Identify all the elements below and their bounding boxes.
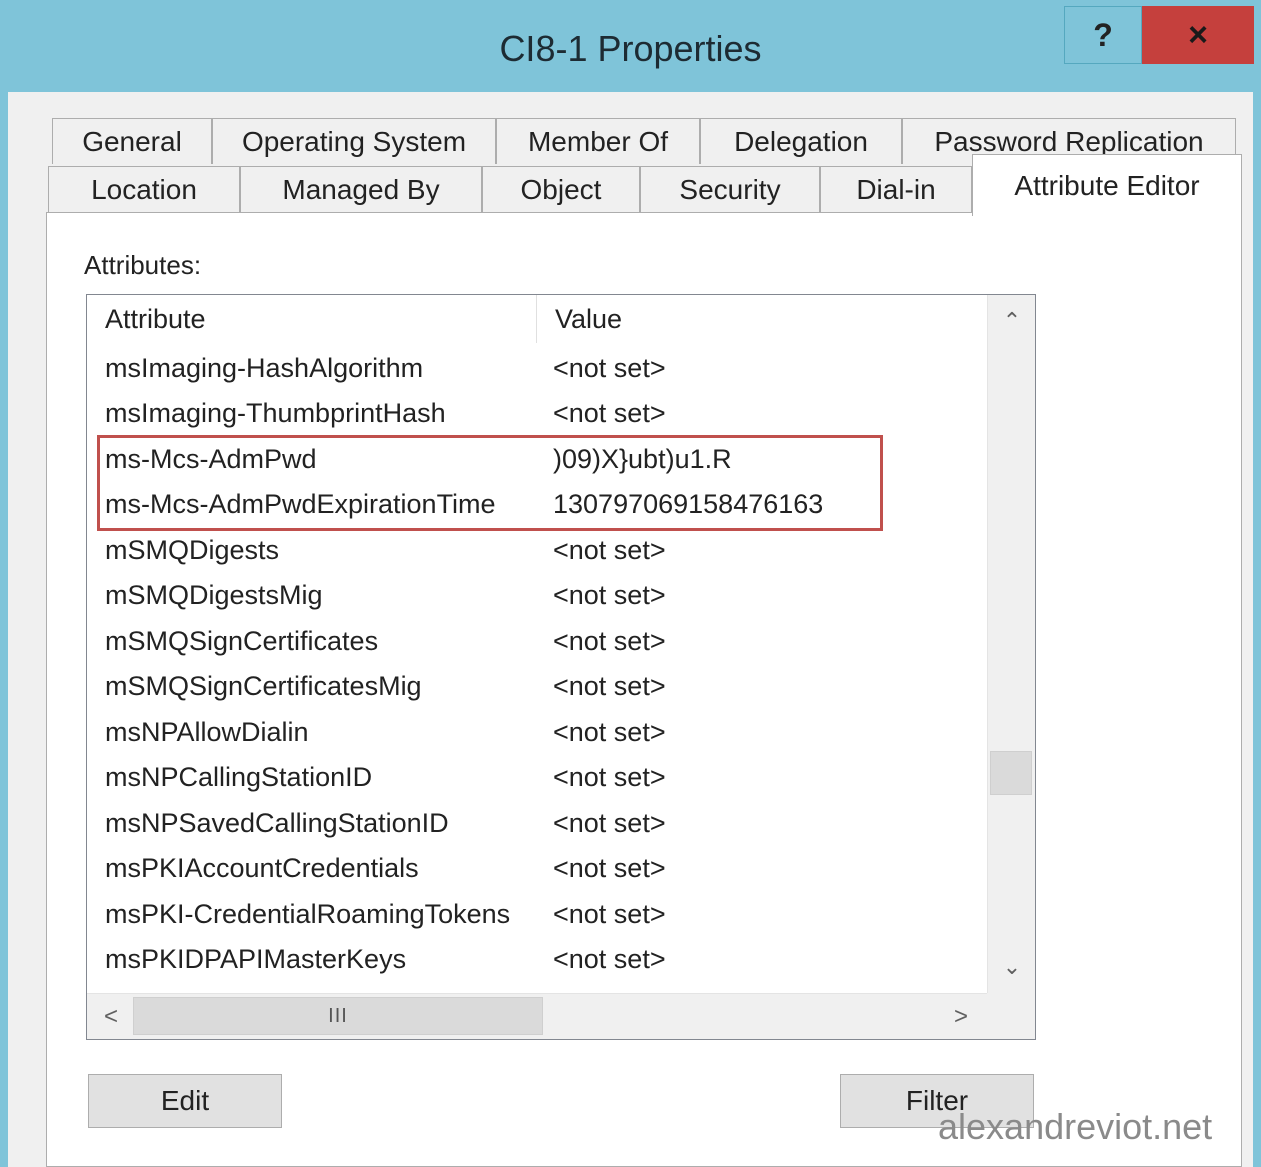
table-row[interactable]: msNPSavedCallingStationID <not set> (87, 800, 987, 845)
attribute-name: msPKIAccountCredentials (105, 853, 419, 883)
attribute-value: <not set> (553, 535, 666, 565)
tab-general[interactable]: General (52, 118, 212, 164)
edit-button[interactable]: Edit (88, 1074, 282, 1128)
highlight-box (97, 435, 883, 531)
attribute-name: mSMQSignCertificates (105, 626, 379, 656)
attribute-name: mSMQDigestsMig (105, 580, 323, 610)
table-row[interactable]: msPKI-CredentialRoamingTokens <not set> (87, 891, 987, 936)
attributes-label: Attributes: (84, 250, 202, 280)
attribute-name: mSMQSignCertificatesMig (105, 671, 422, 701)
scroll-left-button[interactable]: < (89, 994, 133, 1039)
tab-object[interactable]: Object (482, 166, 640, 212)
table-row[interactable]: mSMQSignCertificatesMig <not set> (87, 663, 987, 708)
scroll-down-button[interactable]: ⌄ (988, 945, 1035, 989)
table-row[interactable]: msImaging-HashAlgorithm <not set> (87, 345, 987, 390)
dialog-client-area: General Operating System Member Of Deleg… (8, 92, 1253, 1167)
tab-attribute-editor[interactable]: Attribute Editor (972, 154, 1242, 216)
horizontal-scroll-thumb[interactable]: III (133, 997, 543, 1035)
column-header-value[interactable]: Value (537, 295, 987, 343)
tab-delegation[interactable]: Delegation (700, 118, 902, 164)
attributes-list[interactable]: Attribute Value msImaging-HashAlgorithm <… (86, 294, 1036, 1040)
grip-icon: III (328, 1004, 348, 1027)
chevron-left-icon: < (103, 1003, 118, 1030)
title-bar[interactable]: CI8-1 Properties ? × (0, 0, 1261, 92)
chevron-right-icon: > (953, 1003, 968, 1030)
scroll-up-button[interactable]: ⌃ (988, 299, 1035, 343)
watermark: alexandreviot.net (938, 1106, 1213, 1147)
attribute-value: <not set> (553, 626, 666, 656)
attribute-name: mSMQDigests (105, 535, 280, 565)
attribute-value: <not set> (553, 717, 666, 747)
scroll-right-button[interactable]: > (939, 994, 983, 1039)
close-icon: × (1188, 15, 1208, 54)
vertical-scrollbar[interactable]: ⌃ ⌄ (987, 295, 1035, 993)
chevron-up-icon: ⌃ (1002, 308, 1022, 333)
column-header-attribute[interactable]: Attribute (87, 295, 537, 343)
table-row[interactable]: mSMQSignCertificates <not set> (87, 618, 987, 663)
attribute-value: <not set> (553, 398, 666, 428)
attribute-name: msImaging-HashAlgorithm (105, 353, 424, 383)
vertical-scroll-thumb[interactable] (990, 751, 1032, 795)
table-row[interactable]: msNPAllowDialin <not set> (87, 709, 987, 754)
tab-dial-in[interactable]: Dial-in (820, 166, 972, 212)
attribute-value: <not set> (553, 671, 666, 701)
attribute-value: <not set> (553, 580, 666, 610)
table-row[interactable]: msPKIAccountCredentials <not set> (87, 845, 987, 890)
attribute-value: <not set> (553, 762, 666, 792)
attribute-value: <not set> (553, 944, 666, 974)
attribute-value: <not set> (553, 808, 666, 838)
table-row[interactable]: msImaging-ThumbprintHash <not set> (87, 390, 987, 435)
attribute-value: <not set> (553, 853, 666, 883)
horizontal-scrollbar[interactable]: < III > (87, 993, 987, 1039)
table-row[interactable]: mSMQDigestsMig <not set> (87, 572, 987, 617)
attribute-name: msPKI-CredentialRoamingTokens (105, 899, 511, 929)
attribute-name: msNPSavedCallingStationID (105, 808, 449, 838)
tab-location[interactable]: Location (48, 166, 240, 212)
table-row[interactable]: msNPCallingStationID <not set> (87, 754, 987, 799)
table-row[interactable]: mSMQDigests <not set> (87, 527, 987, 572)
chevron-down-icon: ⌄ (1002, 954, 1022, 979)
tab-operating-system[interactable]: Operating System (212, 118, 496, 164)
close-button[interactable]: × (1142, 6, 1254, 64)
tab-security[interactable]: Security (640, 166, 820, 212)
help-button[interactable]: ? (1064, 6, 1142, 64)
tab-managed-by[interactable]: Managed By (240, 166, 482, 212)
attribute-name: msImaging-ThumbprintHash (105, 398, 446, 428)
attribute-name: msPKIDPAPIMasterKeys (105, 944, 407, 974)
tab-member-of[interactable]: Member Of (496, 118, 700, 164)
attribute-name: msNPAllowDialin (105, 717, 309, 747)
attribute-value: <not set> (553, 899, 666, 929)
attribute-name: msNPCallingStationID (105, 762, 373, 792)
properties-window: CI8-1 Properties ? × General Operating S… (0, 0, 1261, 1167)
table-row[interactable]: msPKIDPAPIMasterKeys <not set> (87, 936, 987, 981)
scrollbar-corner (987, 993, 1035, 1039)
attribute-value: <not set> (553, 353, 666, 383)
